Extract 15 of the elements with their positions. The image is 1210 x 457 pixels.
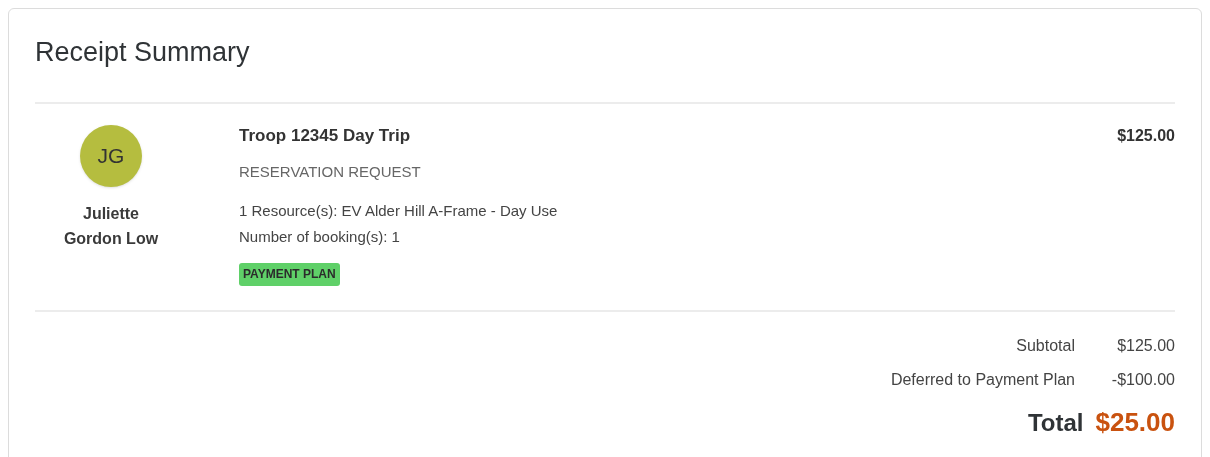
summary-value: $125.00: [1116, 336, 1175, 356]
summary-value: -$100.00: [1110, 370, 1175, 390]
item-detail: Number of booking(s): 1: [239, 227, 401, 247]
total-label: Total: [1027, 407, 1084, 438]
person-name: Juliette Gordon Low: [62, 204, 160, 249]
avatar: JG: [80, 125, 142, 187]
card-title: Receipt Summary: [35, 36, 251, 69]
item-detail: 1 Resource(s): EV Alder Hill A-Frame - Day Use: [239, 201, 559, 221]
summary-label: Subtotal: [1016, 336, 1075, 356]
total-value: $25.00: [1095, 406, 1175, 439]
item-type: RESERVATION REQUEST: [239, 162, 422, 182]
summary-label: Deferred to Payment Plan: [890, 370, 1075, 390]
item-price: $125.00: [1117, 126, 1175, 146]
item-name: Troop 12345 Day Trip: [239, 125, 411, 147]
payment-plan-tag: PAYMENT PLAN: [239, 263, 340, 286]
